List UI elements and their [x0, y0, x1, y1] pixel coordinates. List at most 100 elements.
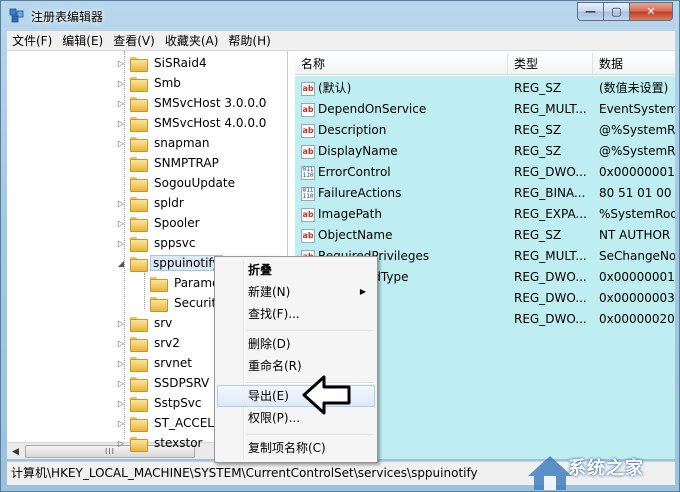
tree-item[interactable]: ▷ ST_ACCEL — [115, 413, 218, 433]
tree-item[interactable]: ▷ spldr — [115, 193, 188, 213]
tree-item-label: SstpSvc — [154, 396, 202, 410]
expand-arrow-icon[interactable]: ▷ — [115, 197, 127, 209]
menu-collapse[interactable]: 折叠 — [217, 259, 375, 281]
value-data-cell: 0x00000001 — [599, 165, 675, 179]
expand-arrow-icon[interactable]: ▷ — [115, 377, 127, 389]
value-data-cell: (数值未设置) — [599, 81, 669, 95]
folder-icon — [130, 236, 148, 252]
string-value-icon: ab — [301, 123, 315, 138]
menu-find[interactable]: 查找(F)... — [217, 303, 375, 325]
column-data-header[interactable]: 数据 — [593, 53, 675, 75]
value-row[interactable]: 011 110 ErrorControl REG_DWO... 0x00000001 — [295, 162, 675, 183]
tree-item[interactable]: ▷ srvnet — [115, 353, 196, 373]
tree-item-label: SNMPTRAP — [154, 156, 219, 170]
menu-new-label: 新建(N) — [248, 285, 291, 299]
folder-icon — [130, 356, 148, 372]
value-row[interactable]: ab (默认) REG_SZ (数值未设置) — [295, 78, 675, 99]
expand-arrow-icon[interactable]: ▷ — [115, 397, 127, 409]
menu-view[interactable]: 查看(V) — [108, 31, 160, 51]
expand-arrow-icon[interactable]: ▷ — [115, 337, 127, 349]
expand-arrow-icon[interactable]: ▷ — [115, 117, 127, 129]
no-expand-spacer — [115, 177, 127, 189]
tree-item[interactable]: ▷ SSDPSRV — [115, 373, 213, 393]
tree-item[interactable]: ▷ SstpSvc — [115, 393, 206, 413]
value-type-cell: REG_BINA... — [514, 186, 586, 200]
folder-icon — [130, 436, 148, 452]
title-bar[interactable]: 注册表编辑器 — ▢ ✕ — [1, 1, 679, 31]
expand-arrow-icon[interactable]: ▷ — [115, 437, 127, 449]
expand-arrow-icon[interactable]: ▷ — [115, 97, 127, 109]
menu-help[interactable]: 帮助(H) — [223, 31, 275, 51]
binary-value-icon: 011 110 — [301, 186, 315, 201]
window-title: 注册表编辑器 — [31, 10, 104, 24]
tree-item[interactable]: ▷ snapman — [115, 133, 213, 153]
string-value-icon: ab — [301, 102, 315, 117]
tree-item[interactable]: ▷ stexstor — [115, 433, 206, 453]
tree-item[interactable]: ▷ SMSvcHost 3.0.0.0 — [115, 93, 270, 113]
value-data-cell: 0x00000020 — [599, 312, 675, 326]
tree-item-label: srv2 — [154, 336, 180, 350]
expand-arrow-icon[interactable]: ▷ — [115, 217, 127, 229]
expand-arrow-icon[interactable]: ▷ — [115, 417, 127, 429]
value-type-cell: REG_SZ — [514, 144, 562, 158]
string-value-icon: ab — [301, 81, 315, 96]
expand-arrow-icon[interactable]: ▷ — [115, 237, 127, 249]
expand-arrow-icon[interactable]: ▷ — [115, 317, 127, 329]
string-value-icon: ab — [301, 207, 315, 222]
tree-item[interactable]: SogouUpdate — [115, 173, 239, 193]
column-type-header[interactable]: 类型 — [508, 53, 593, 75]
value-row[interactable]: ab DependOnService REG_MULT... EventSystem — [295, 99, 675, 120]
scroll-left-arrow-icon[interactable]: ◀ — [7, 443, 24, 459]
value-name-cell: 011 110 FailureActions — [301, 183, 401, 204]
minimize-button[interactable]: — — [577, 2, 603, 21]
close-button[interactable]: ✕ — [629, 2, 673, 21]
value-type-cell: REG_DWO... — [514, 291, 587, 305]
menu-edit[interactable]: 编辑(E) — [57, 31, 108, 51]
value-name: Description — [318, 123, 387, 137]
folder-icon — [130, 196, 148, 212]
tree-item[interactable]: ▷ sppsvc — [115, 233, 199, 253]
expand-arrow-icon[interactable]: ▷ — [115, 137, 127, 149]
tree-item[interactable]: ▷ SiSRaid4 — [115, 53, 211, 73]
tree-item[interactable]: ▷ srv — [115, 313, 176, 333]
value-name: DisplayName — [318, 144, 398, 158]
maximize-button[interactable]: ▢ — [603, 2, 629, 21]
tree-item[interactable]: ▷ srv2 — [115, 333, 184, 353]
no-expand-spacer — [115, 157, 127, 169]
value-name: ImagePath — [318, 207, 382, 221]
value-row[interactable]: ab ImagePath REG_EXPA... %SystemRoo — [295, 204, 675, 225]
tree-item-label: ST_ACCEL — [154, 416, 214, 430]
folder-icon — [130, 416, 148, 432]
value-data-cell: @%SystemR — [599, 144, 675, 158]
tree-item-label: srv — [154, 316, 173, 330]
tree-item[interactable]: ▷ SMSvcHost 4.0.0.0 — [115, 113, 270, 133]
binary-value-icon: 011 110 — [301, 165, 315, 180]
value-name: FailureActions — [318, 186, 402, 200]
folder-icon — [150, 276, 168, 292]
menu-favorites[interactable]: 收藏夹(A) — [160, 31, 224, 51]
no-expand-spacer — [135, 277, 147, 289]
expand-arrow-icon[interactable]: ◢ — [115, 257, 127, 269]
column-name-header[interactable]: 名称 — [295, 53, 508, 75]
expand-arrow-icon[interactable]: ▷ — [115, 357, 127, 369]
folder-icon — [130, 96, 148, 112]
value-row[interactable]: ab DisplayName REG_SZ @%SystemR — [295, 141, 675, 162]
tree-item[interactable]: ◢ sppuinotify — [115, 253, 223, 273]
tree-item[interactable]: SNMPTRAP — [115, 153, 223, 173]
tree-item-label: SogouUpdate — [154, 176, 235, 190]
menu-file[interactable]: 文件(F) — [7, 31, 57, 51]
tree-item[interactable]: ▷ Smb — [115, 73, 185, 93]
menu-copy-key-name[interactable]: 复制项名称(C) — [217, 437, 375, 459]
tree-item[interactable]: ▷ Spooler — [115, 213, 204, 233]
value-row[interactable]: ab Description REG_SZ @%SystemR — [295, 120, 675, 141]
value-row[interactable]: ab ObjectName REG_SZ NT AUTHOR — [295, 225, 675, 246]
string-value-icon: ab — [301, 144, 315, 159]
expand-arrow-icon[interactable]: ▷ — [115, 57, 127, 69]
value-name-cell: ab (默认) — [301, 78, 351, 99]
value-type-cell: REG_DWO... — [514, 165, 587, 179]
menu-new[interactable]: 新建(N) ▶ — [217, 281, 375, 303]
expand-arrow-icon[interactable]: ▷ — [115, 77, 127, 89]
value-name-cell: ab Description — [301, 120, 386, 141]
menu-delete[interactable]: 删除(D) — [217, 333, 375, 355]
value-row[interactable]: 011 110 FailureActions REG_BINA... 80 51 01… — [295, 183, 675, 204]
